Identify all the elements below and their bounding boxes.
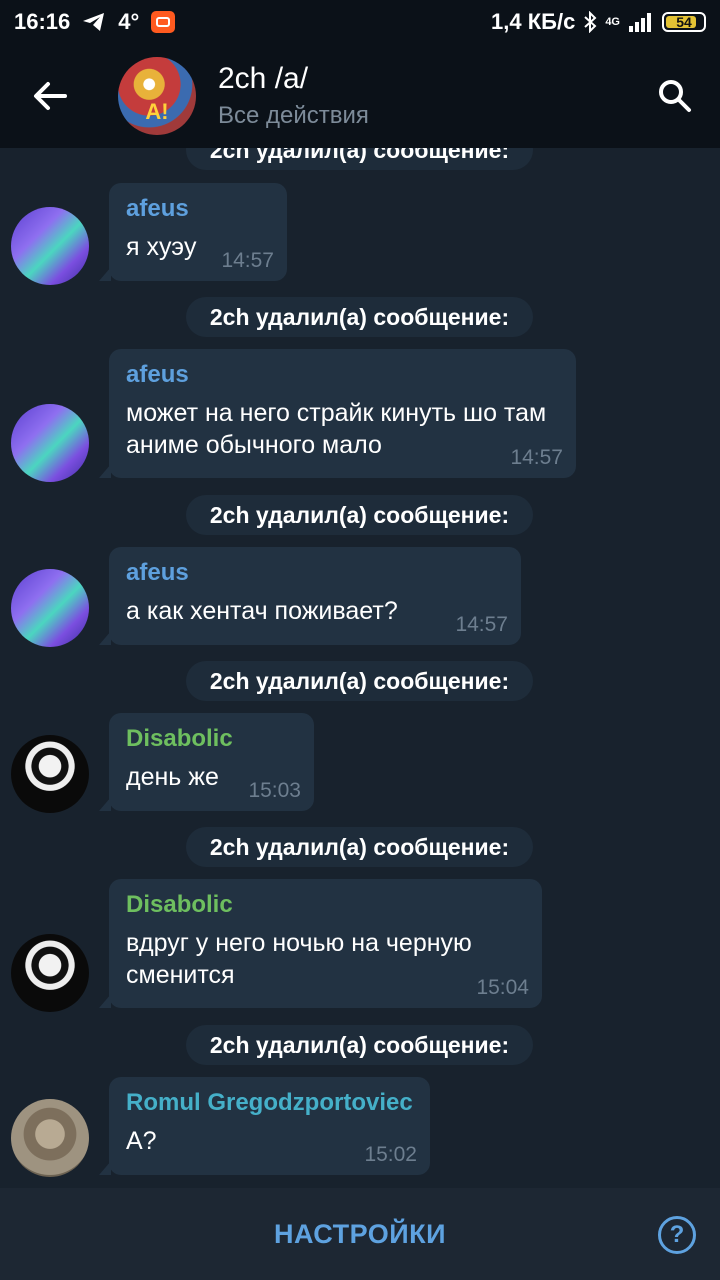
message-bubble[interactable]: Disabolic день же 15:03: [99, 713, 314, 811]
avatar[interactable]: [11, 934, 89, 1012]
avatar[interactable]: [11, 735, 89, 813]
avatar[interactable]: [11, 569, 89, 647]
message-time: 14:57: [455, 613, 508, 636]
message-list[interactable]: 2ch удалил(а) сообщение: afeus я хуэу 14…: [0, 148, 720, 1188]
message-bubble[interactable]: afeus может на него страйк кинуть шо там…: [99, 349, 576, 478]
sender-name[interactable]: afeus: [126, 361, 559, 389]
chat-subtitle: Все действия: [218, 102, 369, 129]
back-button[interactable]: [0, 44, 100, 148]
battery-level: 54: [676, 14, 692, 30]
message-bubble[interactable]: afeus я хуэу 14:57: [99, 183, 287, 281]
recorder-icon: [151, 11, 176, 33]
message-time: 15:03: [248, 779, 301, 802]
sender-name[interactable]: Disabolic: [126, 725, 297, 753]
temperature: 4°: [118, 9, 140, 34]
message-bubble[interactable]: afeus а как хентач поживает? 14:57: [99, 547, 521, 645]
message-bubble[interactable]: Disabolic вдруг у него ночью на черную с…: [99, 879, 542, 1008]
service-message: 2ch удалил(а) сообщение:: [186, 148, 533, 170]
sender-name[interactable]: afeus: [126, 195, 270, 223]
avatar[interactable]: [11, 207, 89, 285]
back-arrow-icon: [34, 82, 67, 110]
chat-avatar-badge: A!: [145, 99, 169, 124]
message-time: 14:57: [510, 446, 563, 469]
help-icon: ?: [669, 1221, 685, 1248]
bluetooth-icon: [584, 11, 597, 33]
message-time: 14:57: [221, 249, 274, 272]
network-type: 4G: [605, 16, 620, 28]
network-speed: 1,4 КБ/с: [491, 9, 576, 34]
sender-name[interactable]: Romul Gregodzportoviec: [126, 1089, 413, 1117]
sender-name[interactable]: Disabolic: [126, 891, 525, 919]
bottom-bar: НАСТРОЙКИ ?: [0, 1188, 720, 1280]
message-bubble[interactable]: Romul Gregodzportoviec А? 15:02: [99, 1077, 430, 1175]
chat-header: A! 2ch /a/ Все действия: [0, 44, 720, 148]
service-message: 2ch удалил(а) сообщение:: [186, 827, 533, 867]
avatar[interactable]: [11, 404, 89, 482]
avatar[interactable]: [11, 1099, 89, 1177]
chat-avatar[interactable]: A!: [118, 57, 196, 135]
chat-titles[interactable]: 2ch /a/ Все действия: [218, 62, 369, 130]
message-time: 15:02: [364, 1143, 417, 1166]
message-time: 15:04: [476, 976, 529, 999]
clock: 16:16: [14, 9, 71, 34]
help-button[interactable]: ?: [658, 1216, 696, 1254]
search-icon: [659, 80, 691, 112]
service-message: 2ch удалил(а) сообщение:: [186, 495, 533, 535]
telegram-icon: [83, 13, 105, 31]
service-message: 2ch удалил(а) сообщение:: [186, 297, 533, 337]
message-text: вдруг у него ночью на черную сменится: [126, 929, 472, 989]
sender-name[interactable]: afeus: [126, 559, 504, 587]
message-text: может на него страйк кинуть шо там аниме…: [126, 399, 547, 459]
status-bar: 16:16 4° 1,4 КБ/с 4G 54: [0, 0, 720, 44]
chat-title: 2ch /a/: [218, 62, 309, 95]
service-message: 2ch удалил(а) сообщение:: [186, 661, 533, 701]
battery-icon: 54: [662, 12, 706, 32]
message-text: а как хентач поживает?: [126, 597, 398, 625]
service-message: 2ch удалил(а) сообщение:: [186, 1025, 533, 1065]
search-button[interactable]: [630, 44, 720, 148]
signal-icon: [629, 13, 651, 32]
settings-button[interactable]: НАСТРОЙКИ: [274, 1219, 446, 1250]
